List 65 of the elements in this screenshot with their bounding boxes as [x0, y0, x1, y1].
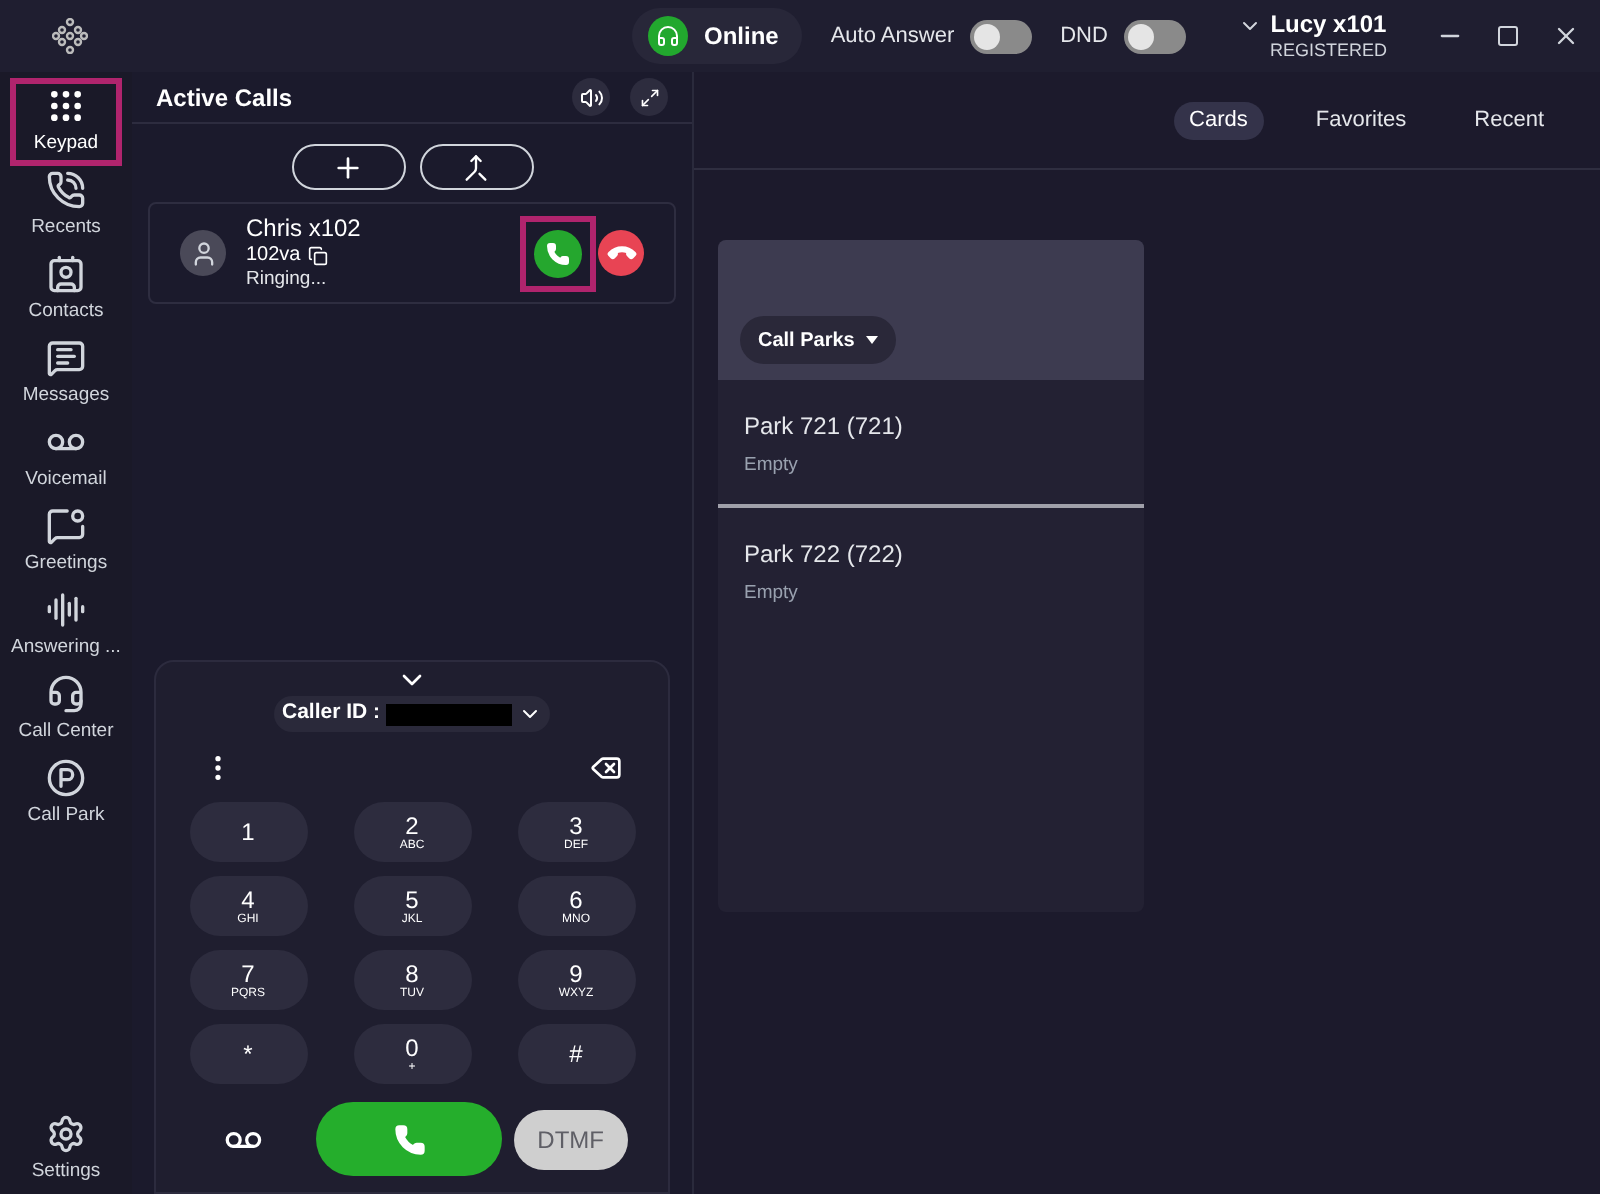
nav-item[interactable]: Call Center	[10, 666, 122, 754]
caller-name: Chris x102	[246, 213, 361, 244]
tab[interactable]: Recent	[1458, 101, 1560, 139]
call-status: Ringing...	[246, 268, 329, 293]
dial-key[interactable]: #	[517, 1024, 635, 1084]
copy-icon[interactable]	[308, 246, 329, 267]
settings-item[interactable]: Settings	[31, 1113, 101, 1186]
toggle-label: DND	[1060, 21, 1108, 52]
nav-item[interactable]: Voicemail	[10, 414, 122, 502]
call-parks-dropdown[interactable]: Call Parks	[740, 316, 897, 364]
caller-id-selector[interactable]: Caller ID :	[273, 696, 550, 732]
parking-icon	[46, 757, 86, 798]
tab[interactable]: Cards	[1173, 101, 1264, 139]
phone-icon	[546, 241, 570, 265]
caller-id-label: Caller ID :	[281, 698, 380, 729]
merge-icon	[462, 153, 490, 181]
tab[interactable]: Favorites	[1299, 101, 1423, 139]
settings-icon	[45, 1113, 86, 1154]
keypad-icon	[46, 85, 86, 126]
caller-number: 102va	[246, 243, 301, 269]
toggle-label: Auto Answer	[830, 21, 955, 52]
nav-item[interactable]: Keypad	[10, 78, 122, 166]
expand-icon	[639, 87, 659, 107]
maximize-icon[interactable]	[1496, 24, 1520, 48]
close-icon[interactable]	[1552, 22, 1580, 50]
call-button[interactable]	[316, 1102, 502, 1176]
caret-icon	[866, 336, 879, 344]
greeting-icon	[46, 505, 86, 546]
park-title: Park 721 (721)	[744, 410, 905, 444]
backspace-icon[interactable]	[590, 752, 622, 784]
online-status-icon	[648, 16, 688, 56]
toggle-switch[interactable]	[1123, 19, 1186, 53]
nav-item[interactable]: Messages	[10, 330, 122, 418]
avatar-icon	[180, 230, 226, 276]
panel-title: Active Calls	[156, 81, 293, 115]
status-text: Online	[704, 20, 779, 54]
user-name: Lucy x101	[1270, 9, 1387, 40]
nav-item[interactable]: Answering ...	[10, 582, 122, 670]
speaker-button[interactable]	[572, 78, 610, 116]
waves-icon	[46, 589, 86, 630]
decline-button[interactable]	[598, 230, 644, 276]
phone-icon	[393, 1123, 426, 1155]
dial-key[interactable]: 1	[189, 802, 307, 862]
registration-status: REGISTERED	[1269, 39, 1387, 63]
speaker-icon	[579, 85, 603, 109]
park-status: Empty	[744, 452, 800, 480]
logo-icon	[52, 18, 88, 54]
nav-item[interactable]: Contacts	[10, 246, 122, 334]
park-status: Empty	[744, 580, 800, 609]
nav-item[interactable]: Recents	[10, 162, 122, 250]
nav-item[interactable]: Greetings	[10, 498, 122, 586]
merge-button[interactable]	[419, 144, 533, 190]
park-title: Park 722 (722)	[744, 538, 905, 573]
headset-icon	[46, 673, 86, 714]
phone-clock-icon	[46, 169, 86, 210]
answer-button[interactable]	[534, 229, 582, 277]
plus-icon	[332, 151, 364, 183]
add-call-button[interactable]	[291, 144, 405, 190]
message-icon	[46, 337, 86, 378]
toggle-switch[interactable]	[970, 19, 1033, 53]
nav-item[interactable]: Call Park	[10, 750, 122, 838]
redaction-bar	[386, 703, 512, 725]
dial-key[interactable]: *	[189, 1024, 307, 1084]
expand-button[interactable]	[630, 78, 668, 116]
contact-book-icon	[46, 253, 86, 294]
